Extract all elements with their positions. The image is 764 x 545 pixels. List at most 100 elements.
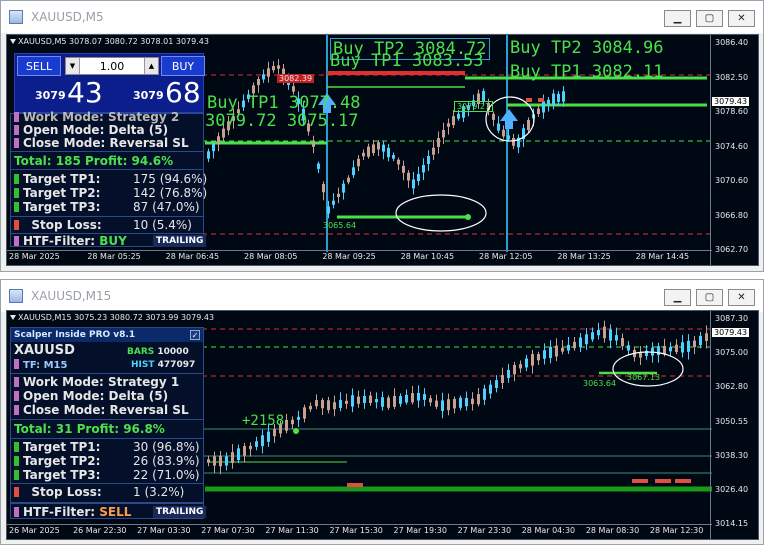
candle-body [489,384,492,394]
time-tick: 28 Mar 12:30 [649,526,704,535]
candle-body [573,341,576,349]
trailing-badge[interactable]: TRAILING [153,235,207,247]
highlight-circle [395,194,487,232]
candle-body [369,395,372,404]
candle-body [537,108,540,114]
level-tag-3079: 3079.27 [454,101,494,112]
total-profit: Total: 31 Profit: 96.8% [14,422,165,436]
ask-price-big: 68 [165,76,201,109]
price-chart[interactable]: XAUUSD,M5 3078.07 3080.72 3078.01 3079.4… [6,34,759,266]
candle-body [502,129,505,137]
candle-body [347,177,350,183]
window-titlebar[interactable]: XAUUSD,M5 ▁ ▢ ✕ [1,1,763,33]
price-axis[interactable]: 3086.40 3082.50 3078.60 3074.60 3070.60 3066.… [710,35,758,265]
minimize-button[interactable]: ▁ [664,289,691,306]
time-tick: 28 Mar 04:30 [521,526,576,535]
candle-body [669,347,672,352]
candle-body [262,74,265,80]
buy-button[interactable]: BUY [161,56,205,76]
level-tag-3063: 3063.64 [583,379,617,388]
target-tp3: Target TP3: [14,468,100,482]
candle-body [315,400,318,407]
time-axis[interactable]: 28 Mar 2025 28 Mar 05:25 28 Mar 06:45 28 Ma… [7,250,712,265]
candle-body [345,400,348,404]
time-tick: 27 Mar 07:30 [201,526,255,535]
maximize-button[interactable]: ▢ [696,289,723,306]
candle-body [303,407,306,419]
target-tp2-value: 26 (83.9%) [133,454,200,468]
timeframe: TF: M15 [14,359,67,373]
one-click-trading-panel: SELL ▼ 1.00 ▲ BUY 3079 43 3079 68 [14,53,205,113]
price-tick: 3070.60 [715,176,749,185]
window-titlebar[interactable]: XAUUSD,M15 ▁ ▢ ✕ [1,280,763,312]
lot-decrease-icon[interactable]: ▼ [66,58,80,74]
candle-body [212,144,215,152]
close-mode: Close Mode: Reversal SL [14,136,189,150]
buy-tp2-label-right: Buy TP2 3084.96 [510,38,664,58]
maximize-button[interactable]: ▢ [696,10,723,27]
open-mode: Open Mode: Delta (5) [14,123,168,137]
candle-body [537,354,540,361]
time-tick: 27 Mar 19:30 [393,526,447,535]
marker [655,479,671,483]
time-tick: 27 Mar 23:30 [457,526,512,535]
candle-body [337,193,340,198]
htf-filter-bar: HTF-Filter: SELL TRAILING [10,503,207,519]
price-tick: 3062.70 [715,245,749,254]
htf-filter: HTF-Filter: BUY [14,234,127,248]
sell-button[interactable]: SELL [17,56,61,76]
candle-body [561,347,564,352]
lot-size-input[interactable]: ▼ 1.00 ▲ [65,57,159,75]
candle-body [543,350,546,359]
price-tick: 3078.60 [715,107,749,116]
candle-body [372,144,375,154]
minimize-button[interactable]: ▁ [664,10,691,27]
work-mode: Work Mode: Strategy 1 [14,375,179,389]
price-chart[interactable]: XAUUSD,M15 3075.23 3080.72 3073.99 3079.… [6,310,759,540]
candle-body [423,394,426,400]
level-tag-3067: 3067.13 [627,373,661,382]
close-button[interactable]: ✕ [728,289,755,306]
stop-loss: Stop Loss: [14,485,102,499]
candle-body [267,68,270,77]
open-mode: Open Mode: Delta (5) [14,389,168,403]
candle-body [285,419,288,431]
price-tick: 3075.00 [715,348,749,358]
buy-tp2-label-mid: 3079.72 3075.17 [205,111,359,131]
work-mode: Work Mode: Strategy 2 [14,110,179,124]
panel-checkbox[interactable]: ✓ [190,330,200,340]
entry-dot [465,214,471,220]
candle-body [367,146,370,157]
price-axis[interactable]: 3087.30 3075.00 3062.80 3050.55 3038.30 3026.… [710,311,758,539]
trailing-badge[interactable]: TRAILING [153,506,207,518]
buy-arrow-icon [500,109,518,129]
candle-body [397,159,400,165]
candle-body [387,147,390,158]
candle-body [432,147,435,155]
time-axis[interactable]: 26 Mar 2025 26 Mar 22:30 27 Mar 03:30 27 Ma… [7,524,712,539]
candle-body [363,396,366,404]
candle-body [441,400,444,411]
time-tick: 28 Mar 14:45 [635,252,690,261]
buy-tp1-label-mid: Buy TP1 3077.48 [207,93,361,113]
window-title: XAUUSD,M5 [31,10,104,24]
candle-body [381,397,384,407]
candle-body [291,419,294,425]
lot-increase-icon[interactable]: ▲ [144,58,158,74]
symbol: XAUUSD [14,343,75,358]
candle-body [402,165,405,173]
candle-body [297,416,300,420]
price-tick: 3062.80 [715,382,749,392]
candle-body [552,93,555,106]
candle-body [387,397,390,408]
close-button[interactable]: ✕ [728,10,755,27]
candle-body [393,395,396,407]
collapse-triangle-icon[interactable] [10,315,16,320]
candle-body [627,345,630,351]
marker [538,98,544,102]
candle-body [412,179,415,189]
price-tick: 3038.30 [715,450,749,460]
candle-body [497,123,500,131]
collapse-triangle-icon[interactable] [10,39,16,44]
candle-body [277,65,280,69]
